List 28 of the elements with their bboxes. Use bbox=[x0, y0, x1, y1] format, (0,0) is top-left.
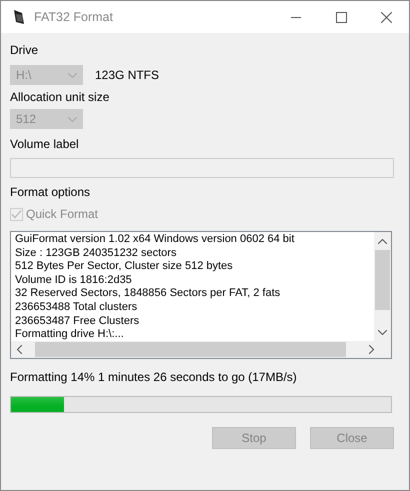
log-line: Size : 123GB 240351232 sectors bbox=[15, 246, 178, 260]
field-label: Volume label bbox=[10, 136, 80, 153]
caret-icon bbox=[68, 116, 77, 122]
drive-info: 123G NTFS bbox=[95, 67, 160, 84]
field-label: Allocation unit size bbox=[10, 89, 110, 106]
caret-icon bbox=[68, 72, 77, 78]
scrollbar-thumb[interactable] bbox=[35, 342, 346, 357]
scroll-down-icon[interactable] bbox=[378, 330, 387, 335]
scroll-up-icon[interactable] bbox=[378, 239, 387, 244]
log-line: Formatting drive H:\:... bbox=[15, 328, 125, 341]
app-icon bbox=[14, 10, 24, 24]
log-line: 236653488 Total clusters bbox=[15, 300, 138, 315]
status-text: Formatting 14% 1 minutes 26 seconds to go (17MB/s) bbox=[10, 369, 298, 386]
scroll-right-icon[interactable] bbox=[369, 345, 374, 354]
scrollbar-thumb[interactable] bbox=[375, 250, 390, 310]
section-label: Format options bbox=[10, 184, 92, 201]
log-line: 512 Bytes Per Sector, Cluster size 512 bytes bbox=[15, 260, 234, 274]
checkbox-label: Quick Format bbox=[26, 206, 98, 223]
log-line: Volume ID is 1816:2d35 bbox=[15, 274, 133, 288]
log-line: GuiFormat version 1.02 x64 Windows version 0602 64 bit bbox=[15, 233, 296, 247]
minimize-icon bbox=[291, 16, 301, 18]
maximize-icon bbox=[336, 12, 346, 22]
log-line: 236653487 Free Clusters bbox=[15, 314, 140, 328]
scroll-left-icon[interactable] bbox=[17, 345, 22, 354]
field-label: Drive bbox=[10, 42, 40, 59]
log-line: 32 Reserved Sectors, 1848856 Sectors per FAT, 2 fats bbox=[15, 287, 282, 301]
close-icon bbox=[380, 12, 392, 22]
window-title: FAT32 Format bbox=[34, 8, 113, 26]
